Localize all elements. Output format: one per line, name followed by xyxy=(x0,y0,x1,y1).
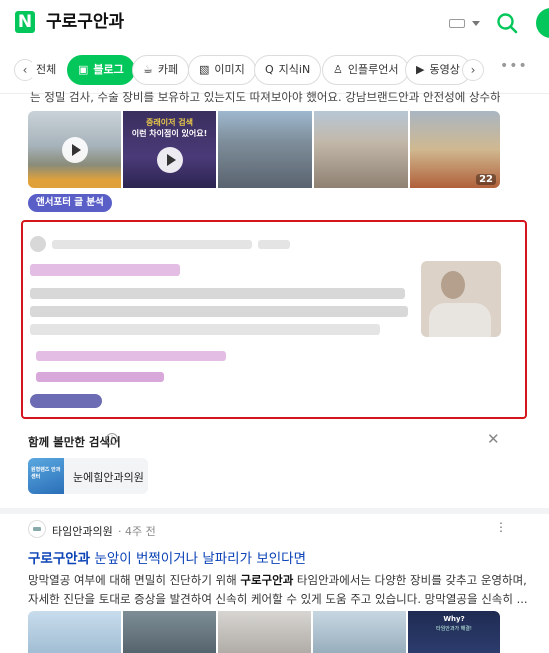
result-thumbnail[interactable] xyxy=(28,111,121,188)
source-avatar[interactable] xyxy=(28,520,46,538)
search-tabs: ‹ 전체 ▣ 블로그 ☕ 카페 ▧ 이미지 Q 지식iN ♙ 인플루언서 ▶ 동… xyxy=(0,46,549,94)
thumbnail-caption: 타임안과가 해결! xyxy=(436,626,472,632)
result-source[interactable]: 타임안과의원 xyxy=(52,523,113,539)
chevron-down-icon[interactable] xyxy=(472,21,480,26)
desc-keyword: 구로구안과 xyxy=(240,573,294,587)
thumbnail-caption: Why? xyxy=(443,615,465,623)
result-snippet[interactable]: 는 정밀 검사, 수술 장비를 보유하고 있는지도 따져보아야 했어요. 강남브… xyxy=(30,90,500,104)
tab-image[interactable]: ▧ 이미지 xyxy=(188,55,256,85)
kebab-menu-icon[interactable]: ⋮ xyxy=(495,521,507,533)
desc-text: 자세한 진단을 토대로 증상을 발견하여 신속히 케어할 수 있게 도움 주고 … xyxy=(28,592,528,606)
result-thumbnail[interactable] xyxy=(218,111,312,188)
result-thumbnail[interactable] xyxy=(28,611,121,653)
info-icon[interactable]: i xyxy=(106,433,118,445)
result-thumbnail[interactable] xyxy=(313,611,406,653)
blurred-title xyxy=(30,264,180,276)
play-icon[interactable] xyxy=(61,136,88,163)
tab-label: 이미지 xyxy=(214,63,245,76)
influencer-icon: ♙ xyxy=(333,63,343,76)
result-image-strip[interactable]: 중래이저 검색 이런 차이점이 있어요! 22 xyxy=(28,111,500,188)
blurred-text-line xyxy=(30,288,405,299)
title-text: 눈앞이 번쩍이거나 날파리가 보인다면 xyxy=(90,551,306,567)
play-icon[interactable] xyxy=(156,147,183,174)
tab-label: 카페 xyxy=(157,63,179,76)
tab-cafe[interactable]: ☕ 카페 xyxy=(132,55,190,85)
blurred-link xyxy=(36,351,226,361)
search-header: N 구로구안과 xyxy=(0,0,549,46)
desc-text: 망막열공 여부에 대해 면밀히 진단하기 위해 xyxy=(28,573,241,587)
result-thumbnail[interactable] xyxy=(218,611,311,653)
section-divider xyxy=(0,508,549,514)
tab-label: 지식iN xyxy=(278,63,311,76)
blurred-badge xyxy=(30,394,102,408)
search-icon[interactable] xyxy=(496,12,518,34)
naver-logo[interactable]: N xyxy=(15,11,35,33)
blurred-text-line xyxy=(30,324,380,335)
more-icon[interactable]: ••• xyxy=(500,58,528,74)
result-thumbnail[interactable]: Why? 타임안과가 해결! xyxy=(408,611,500,653)
related-search-item[interactable]: 원형렌즈 안과 센터 눈에힘안과의원 xyxy=(28,458,148,494)
title-keyword: 구로구안과 xyxy=(28,551,91,567)
result-title[interactable]: 구로구안과 눈앞이 번쩍이거나 날파리가 보인다면 xyxy=(28,547,306,567)
tab-label: 전체 xyxy=(36,63,57,76)
tab-influencer[interactable]: ♙ 인플루언서 xyxy=(322,55,410,85)
image-count-badge: 22 xyxy=(476,174,496,185)
thumbnail-caption: 이런 차이점이 있어요! xyxy=(131,129,208,138)
tab-label: 동영상 xyxy=(429,63,460,76)
result-thumbnail[interactable] xyxy=(314,111,408,188)
search-query[interactable]: 구로구안과 xyxy=(46,11,124,33)
tab-label: 블로그 xyxy=(93,63,124,76)
tab-blog[interactable]: ▣ 블로그 xyxy=(67,55,135,85)
related-search-label: 눈에힘안과의원 xyxy=(73,471,144,484)
blurred-time xyxy=(258,240,290,249)
blurred-thumbnail xyxy=(421,261,501,337)
tab-kin[interactable]: Q 지식iN xyxy=(254,55,322,85)
result-image-strip[interactable]: Why? 타임안과가 해결! xyxy=(28,611,500,653)
related-thumbnail: 원형렌즈 안과 센터 xyxy=(28,458,64,494)
result-thumbnail[interactable] xyxy=(123,611,216,653)
result-time: · 4주 전 xyxy=(118,525,156,538)
video-icon: ▶ xyxy=(416,63,425,76)
blurred-avatar xyxy=(30,236,46,252)
cafe-icon: ☕ xyxy=(143,63,153,76)
close-icon[interactable]: ✕ xyxy=(487,432,500,447)
image-icon: ▧ xyxy=(199,63,210,76)
blurred-text-line xyxy=(30,306,408,317)
result-thumbnail[interactable]: 22 xyxy=(410,111,500,188)
analysis-badge[interactable]: 앤서포터 글 분석 xyxy=(28,194,112,212)
blurred-source xyxy=(52,240,252,249)
profile-avatar[interactable] xyxy=(536,8,549,38)
blog-icon: ▣ xyxy=(78,63,89,76)
keyboard-icon[interactable] xyxy=(449,19,465,28)
kin-icon: Q xyxy=(265,63,274,76)
thumbnail-caption: 원형렌즈 안과 센터 xyxy=(31,467,61,480)
tab-label: 인플루언서 xyxy=(347,63,399,76)
tab-video[interactable]: ▶ 동영상 xyxy=(405,55,471,85)
blurred-link xyxy=(36,372,164,382)
result-thumbnail[interactable]: 중래이저 검색 이런 차이점이 있어요! xyxy=(123,111,216,188)
result-description[interactable]: 망막열공 여부에 대해 면밀히 진단하기 위해 구로구안과 타임안과에서는 다양… xyxy=(28,571,528,609)
desc-text: 타임안과에서는 다양한 장비를 갖추고 운영하며, xyxy=(293,573,527,587)
thumbnail-caption: 중래이저 검색 xyxy=(146,118,193,127)
tab-all[interactable]: 전체 xyxy=(30,55,67,85)
tab-next-button[interactable]: › xyxy=(462,59,484,81)
